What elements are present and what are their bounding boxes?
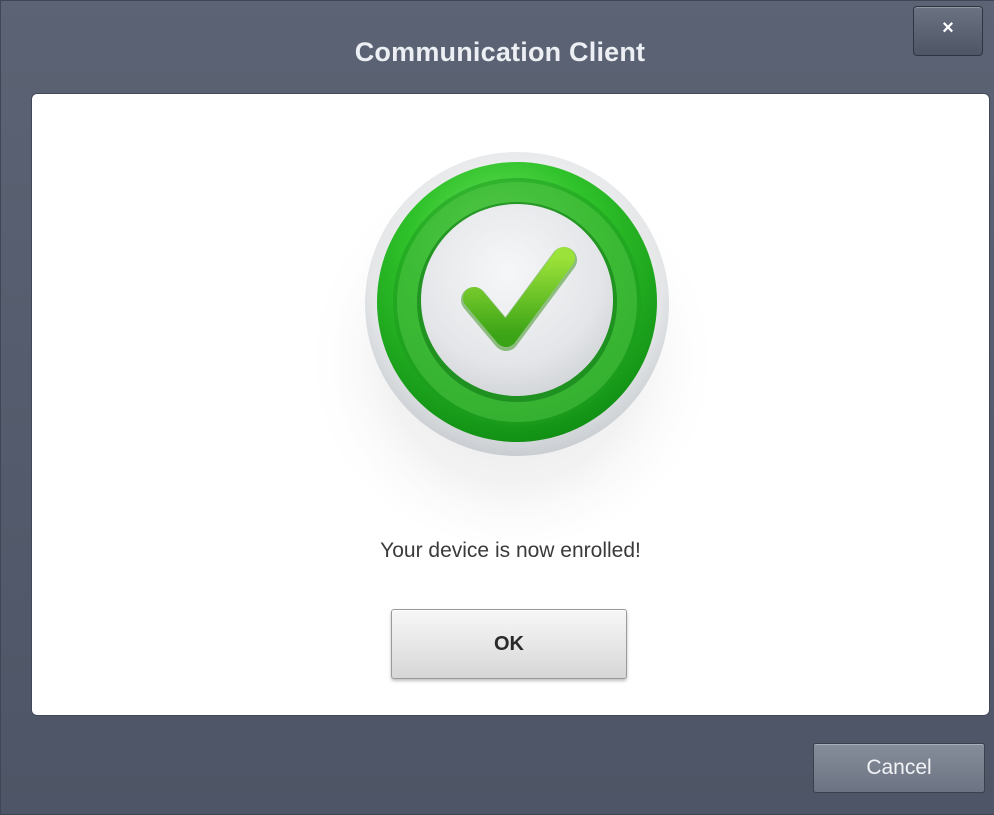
enrollment-message: Your device is now enrolled! (380, 539, 641, 562)
ok-button-label: OK (494, 632, 524, 655)
success-checkmark-icon (302, 124, 722, 544)
close-button[interactable]: × (913, 6, 983, 56)
cancel-button-label: Cancel (866, 756, 932, 779)
ok-button[interactable]: OK (391, 609, 627, 679)
dialog-window: Communication Client × Your device is no… (0, 0, 994, 815)
content-panel: Your device is now enrolled! OK (32, 94, 989, 715)
close-icon: × (942, 17, 954, 39)
title-bar: Communication Client × (1, 1, 994, 91)
window-title: Communication Client (354, 37, 646, 67)
cancel-button[interactable]: Cancel (813, 743, 985, 793)
